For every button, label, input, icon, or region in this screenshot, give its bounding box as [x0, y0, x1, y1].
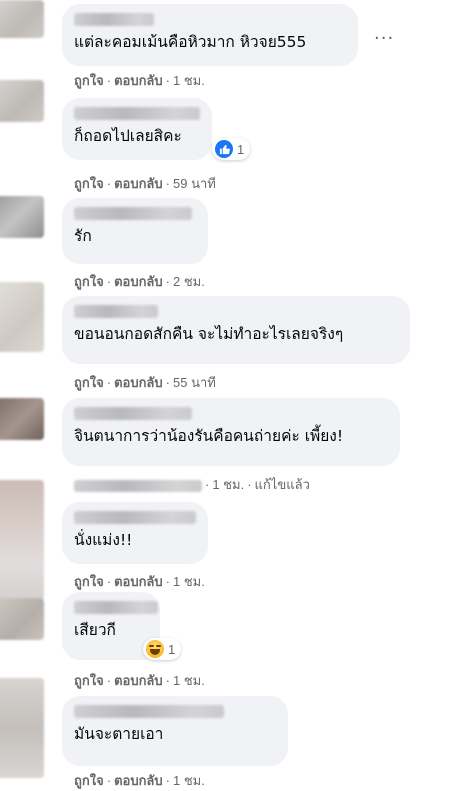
comment-bubble: ขอนอนกอดสักคืน จะไม่ทำอะไรเลยจริงๆ — [62, 296, 410, 364]
commenter-name-blurred[interactable] — [74, 705, 224, 718]
reply-button[interactable]: ตอบกลับ — [114, 375, 163, 390]
timestamp[interactable]: 59 นาที — [173, 176, 216, 191]
comment-bubble: แต่ละคอมเม้นคือหิวมาก หิวจย555 — [62, 4, 358, 66]
like-button[interactable]: ถูกใจ — [74, 176, 104, 191]
reaction-badge[interactable]: 1 — [143, 638, 182, 660]
reply-button[interactable]: ตอบกลับ — [114, 274, 163, 289]
commenter-name-blurred[interactable] — [74, 601, 158, 614]
commenter-name-blurred[interactable] — [74, 13, 154, 26]
like-icon — [215, 140, 233, 158]
comment-bubble: มันจะตายเอา — [62, 696, 288, 766]
comment-actions: ถูกใจ · ตอบกลับ · 2 ชม. — [74, 274, 205, 289]
comment-text: นั่งแม่ง!! — [74, 531, 133, 549]
timestamp[interactable]: 55 นาที — [173, 375, 216, 390]
avatar[interactable] — [0, 0, 44, 38]
comment-bubble: นั่งแม่ง!! — [62, 502, 208, 564]
like-button[interactable]: ถูกใจ — [74, 574, 104, 589]
commenter-name-blurred[interactable] — [74, 407, 192, 420]
commenter-name-blurred[interactable] — [74, 511, 196, 524]
comment-text: ก็ถอดไปเลยสิคะ — [74, 127, 182, 145]
avatar[interactable] — [0, 678, 44, 778]
more-options-icon[interactable]: ··· — [374, 28, 394, 49]
comment-actions: ถูกใจ · ตอบกลับ · 55 นาที — [74, 375, 216, 390]
comment-bubble: จินตนาการว่าน้องรันคือคนถ่ายค่ะ เพี้ยง! — [62, 398, 400, 466]
comment-actions: ถูกใจ · ตอบกลับ · 1 ชม. — [74, 773, 205, 788]
comment-text: แต่ละคอมเม้นคือหิวมาก หิวจย555 — [74, 33, 307, 51]
commenter-name-blurred[interactable] — [74, 207, 192, 220]
timestamp[interactable]: 1 ชม. — [212, 477, 244, 492]
comment-actions: ถูกใจ · ตอบกลับ · 1 ชม. — [74, 73, 205, 88]
reply-button[interactable]: ตอบกลับ — [114, 176, 163, 191]
comment-actions: · 1 ชม. · แก้ไขแล้ว — [74, 474, 310, 495]
avatar[interactable] — [0, 80, 44, 122]
comment-text: มันจะตายเอา — [74, 725, 164, 743]
like-reply-blurred — [74, 479, 202, 492]
reaction-badge[interactable]: 1 — [212, 138, 251, 160]
reply-button[interactable]: ตอบกลับ — [114, 73, 163, 88]
avatar[interactable] — [0, 282, 44, 352]
reply-button[interactable]: ตอบกลับ — [114, 673, 163, 688]
commenter-name-blurred[interactable] — [74, 107, 200, 120]
comment-text: เสียวกี — [74, 621, 116, 639]
timestamp[interactable]: 1 ชม. — [173, 574, 205, 589]
comment-text: จินตนาการว่าน้องรันคือคนถ่ายค่ะ เพี้ยง! — [74, 427, 344, 445]
comment-actions: ถูกใจ · ตอบกลับ · 59 นาที — [74, 176, 216, 191]
comment-actions: ถูกใจ · ตอบกลับ · 1 ชม. — [74, 673, 205, 688]
comment-actions: ถูกใจ · ตอบกลับ · 1 ชม. — [74, 574, 205, 589]
edited-label[interactable]: แก้ไขแล้ว — [255, 477, 310, 492]
avatar[interactable] — [0, 598, 44, 640]
comment-text: รัก — [74, 227, 92, 245]
comment-text: ขอนอนกอดสักคืน จะไม่ทำอะไรเลยจริงๆ — [74, 325, 344, 343]
timestamp[interactable]: 1 ชม. — [173, 673, 205, 688]
comment-bubble: ก็ถอดไปเลยสิคะ — [62, 98, 212, 160]
avatar[interactable] — [0, 196, 44, 238]
reaction-count: 1 — [168, 641, 176, 657]
reaction-count: 1 — [237, 141, 245, 157]
commenter-name-blurred[interactable] — [74, 305, 158, 318]
reply-button[interactable]: ตอบกลับ — [114, 574, 163, 589]
like-button[interactable]: ถูกใจ — [74, 673, 104, 688]
avatar[interactable] — [0, 398, 44, 440]
like-button[interactable]: ถูกใจ — [74, 375, 104, 390]
avatar[interactable] — [0, 480, 44, 600]
like-button[interactable]: ถูกใจ — [74, 73, 104, 88]
timestamp[interactable]: 1 ชม. — [173, 73, 205, 88]
timestamp[interactable]: 2 ชม. — [173, 274, 205, 289]
like-button[interactable]: ถูกใจ — [74, 274, 104, 289]
comment-bubble: รัก — [62, 198, 208, 264]
haha-icon — [146, 640, 164, 658]
